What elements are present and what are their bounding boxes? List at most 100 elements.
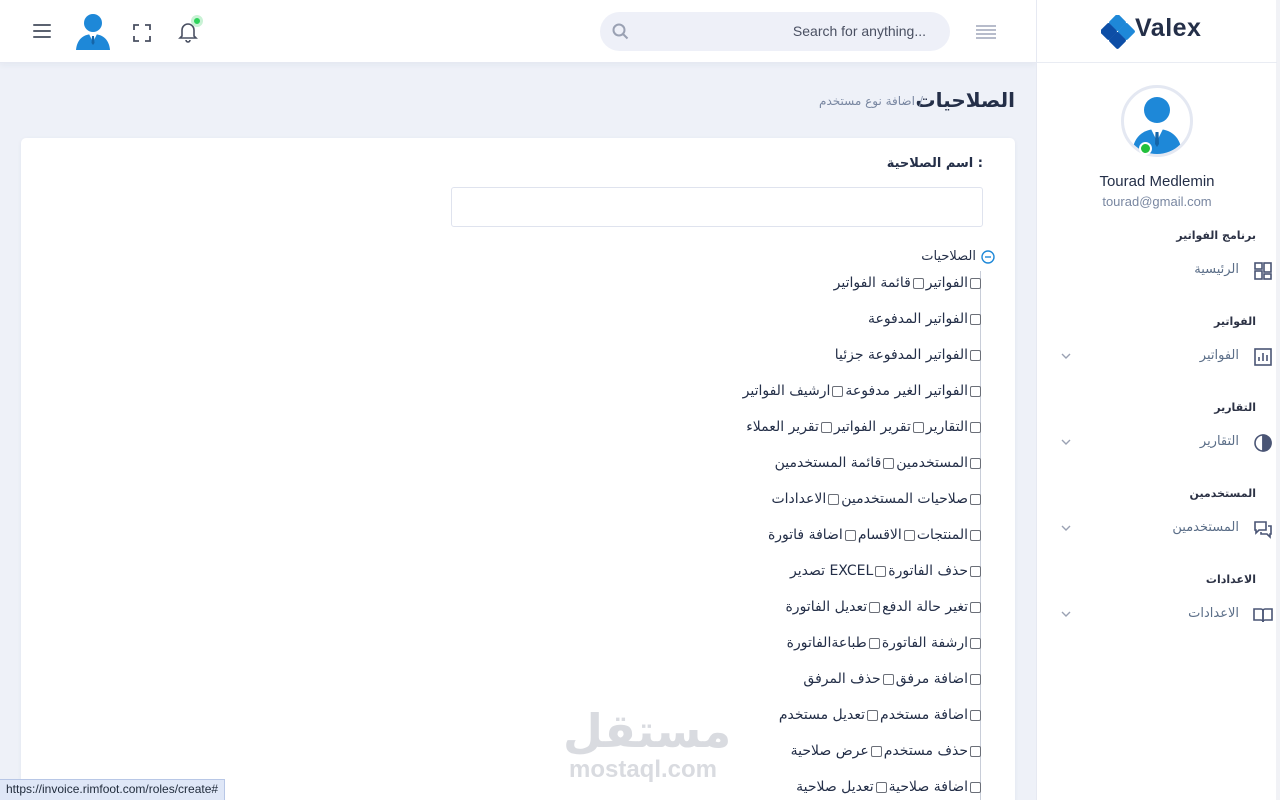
permission-label: تعديل صلاحية <box>796 779 874 795</box>
search-icon <box>612 23 629 40</box>
permission-item[interactable]: الفواتير المدفوعة جزئيا <box>833 347 981 363</box>
permission-checkbox[interactable] <box>970 674 981 685</box>
permission-item[interactable]: تغير حالة الدفع <box>880 599 981 615</box>
permission-label: طباعةالفاتورة <box>786 635 867 651</box>
permission-checkbox[interactable] <box>970 638 981 649</box>
permission-row: الفواتير المدفوعة <box>381 311 981 347</box>
permission-row: ارشفة الفاتورة طباعةالفاتورة <box>381 635 981 671</box>
permission-item[interactable]: قائمة المستخدمين <box>773 455 895 471</box>
role-name-label: اسم الصلاحية : <box>886 156 983 171</box>
user-avatar-icon[interactable] <box>75 12 111 50</box>
permission-checkbox[interactable] <box>870 746 882 757</box>
collapse-minus-icon[interactable] <box>981 250 995 264</box>
permission-checkbox[interactable] <box>903 530 915 541</box>
permission-checkbox[interactable] <box>832 386 844 397</box>
permission-checkbox[interactable] <box>970 710 981 721</box>
permission-item[interactable]: الاعدادات <box>769 491 840 507</box>
role-name-input[interactable] <box>451 187 983 227</box>
chevron-down-icon <box>1061 353 1071 359</box>
permission-checkbox[interactable] <box>828 494 840 505</box>
profile-email: tourad@gmail.com <box>1102 194 1212 209</box>
sidebar-scrollbar[interactable] <box>1276 0 1280 800</box>
permission-item[interactable]: ارشيف الفواتير <box>741 383 844 399</box>
permission-item[interactable]: المستخدمين <box>894 455 981 471</box>
permission-item[interactable]: عرض صلاحية <box>789 743 882 759</box>
permission-item[interactable]: اضافة مرفق <box>894 671 981 687</box>
permission-checkbox[interactable] <box>970 386 981 397</box>
permission-checkbox[interactable] <box>875 566 887 577</box>
permission-item[interactable]: طباعةالفاتورة <box>785 635 880 651</box>
permission-row: تغير حالة الدفع تعديل الفاتورة <box>381 599 981 635</box>
permission-item[interactable]: تعديل صلاحية <box>794 779 887 795</box>
permission-checkbox[interactable] <box>970 458 981 469</box>
permission-checkbox[interactable] <box>820 422 832 433</box>
permission-checkbox[interactable] <box>883 458 895 469</box>
permission-checkbox[interactable] <box>970 278 981 289</box>
chevron-down-icon <box>1061 525 1071 531</box>
logo-text: Valex <box>1135 14 1202 42</box>
menu-toggle-icon[interactable] <box>33 24 51 38</box>
permission-item[interactable]: تعديل الفاتورة <box>783 599 881 615</box>
permission-label: ارشفة الفاتورة <box>881 635 968 651</box>
permission-item[interactable]: حذف مستخدم <box>882 743 981 759</box>
permission-item[interactable]: حذف المرفق <box>801 671 894 687</box>
sidebar-item-invoices[interactable]: الفواتير <box>1057 342 1273 372</box>
permission-item[interactable]: التقارير <box>924 419 981 435</box>
permission-checkbox[interactable] <box>970 782 981 793</box>
sidebar-item-label: الفواتير <box>1199 348 1239 363</box>
permission-checkbox[interactable] <box>912 278 924 289</box>
permission-checkbox[interactable] <box>912 422 924 433</box>
sidebar-item-settings[interactable]: الاعدادات <box>1057 600 1273 630</box>
permission-item[interactable]: تقرير الفواتير <box>832 419 924 435</box>
permission-checkbox[interactable] <box>970 350 981 361</box>
permissions-tree-label: الصلاحيات <box>921 249 976 264</box>
permission-label: صلاحيات المستخدمين <box>841 491 968 507</box>
permission-checkbox[interactable] <box>882 674 894 685</box>
permission-label: الفواتير المدفوعة <box>867 311 968 327</box>
sidebar-item-home[interactable]: الرئيسية <box>1057 256 1273 286</box>
permission-checkbox[interactable] <box>970 566 981 577</box>
permission-checkbox[interactable] <box>970 314 981 325</box>
permission-checkbox[interactable] <box>970 602 981 613</box>
page-title: الصلاحيات <box>915 88 1015 112</box>
permission-item[interactable]: الاقسام <box>856 527 915 543</box>
permission-item[interactable]: الفواتير الغير مدفوعة <box>843 383 981 399</box>
permission-item[interactable]: الفواتير المدفوعة <box>866 311 981 327</box>
permission-checkbox[interactable] <box>970 494 981 505</box>
permission-checkbox[interactable] <box>970 530 981 541</box>
permission-item[interactable]: قائمة الفواتير <box>832 275 924 291</box>
permission-checkbox[interactable] <box>875 782 887 793</box>
chat-icon <box>1254 521 1272 539</box>
menu-category-reports: التقارير <box>1214 401 1256 414</box>
permission-checkbox[interactable] <box>868 638 880 649</box>
fullscreen-icon[interactable] <box>133 24 151 42</box>
sidebar-item-users[interactable]: المستخدمين <box>1057 514 1273 544</box>
chevron-down-icon <box>1061 611 1071 617</box>
profile-avatar[interactable] <box>1121 85 1193 157</box>
permission-item[interactable]: اضافة فاتورة <box>766 527 856 543</box>
sidebar-item-reports[interactable]: التقارير <box>1057 428 1273 458</box>
permission-checkbox[interactable] <box>970 422 981 433</box>
permission-checkbox[interactable] <box>844 530 856 541</box>
permission-checkbox[interactable] <box>867 710 879 721</box>
permission-item[interactable]: تعديل مستخدم <box>777 707 879 723</box>
menu-category-invoices: الفواتير <box>1214 315 1256 328</box>
permission-item[interactable]: تقرير العملاء <box>744 419 832 435</box>
permission-item[interactable]: اضافة صلاحية <box>887 779 981 795</box>
logo[interactable]: Valex <box>1037 0 1277 63</box>
permission-checkbox[interactable] <box>869 602 881 613</box>
permission-checkbox[interactable] <box>970 746 981 757</box>
permission-item[interactable]: ارشفة الفاتورة <box>880 635 981 651</box>
permission-item[interactable]: حذف الفاتورة <box>886 563 981 579</box>
search-bar[interactable]: Search for anything... <box>600 12 950 51</box>
align-right-icon[interactable] <box>976 25 996 39</box>
permission-item[interactable]: اضافة مستخدم <box>878 707 981 723</box>
permission-item[interactable]: صلاحيات المستخدمين <box>839 491 981 507</box>
permission-item[interactable]: تصدير EXCEL <box>788 563 887 579</box>
permission-item[interactable]: الفواتير <box>924 275 981 291</box>
permission-label: قائمة المستخدمين <box>774 455 882 471</box>
permission-row: حذف الفاتورة تصدير EXCEL <box>381 563 981 599</box>
permission-row: التقارير تقرير الفواتير تقرير العملاء <box>381 419 981 455</box>
permission-item[interactable]: المنتجات <box>915 527 981 543</box>
breadcrumb-current: اضافة نوع مستخدم <box>819 94 915 108</box>
